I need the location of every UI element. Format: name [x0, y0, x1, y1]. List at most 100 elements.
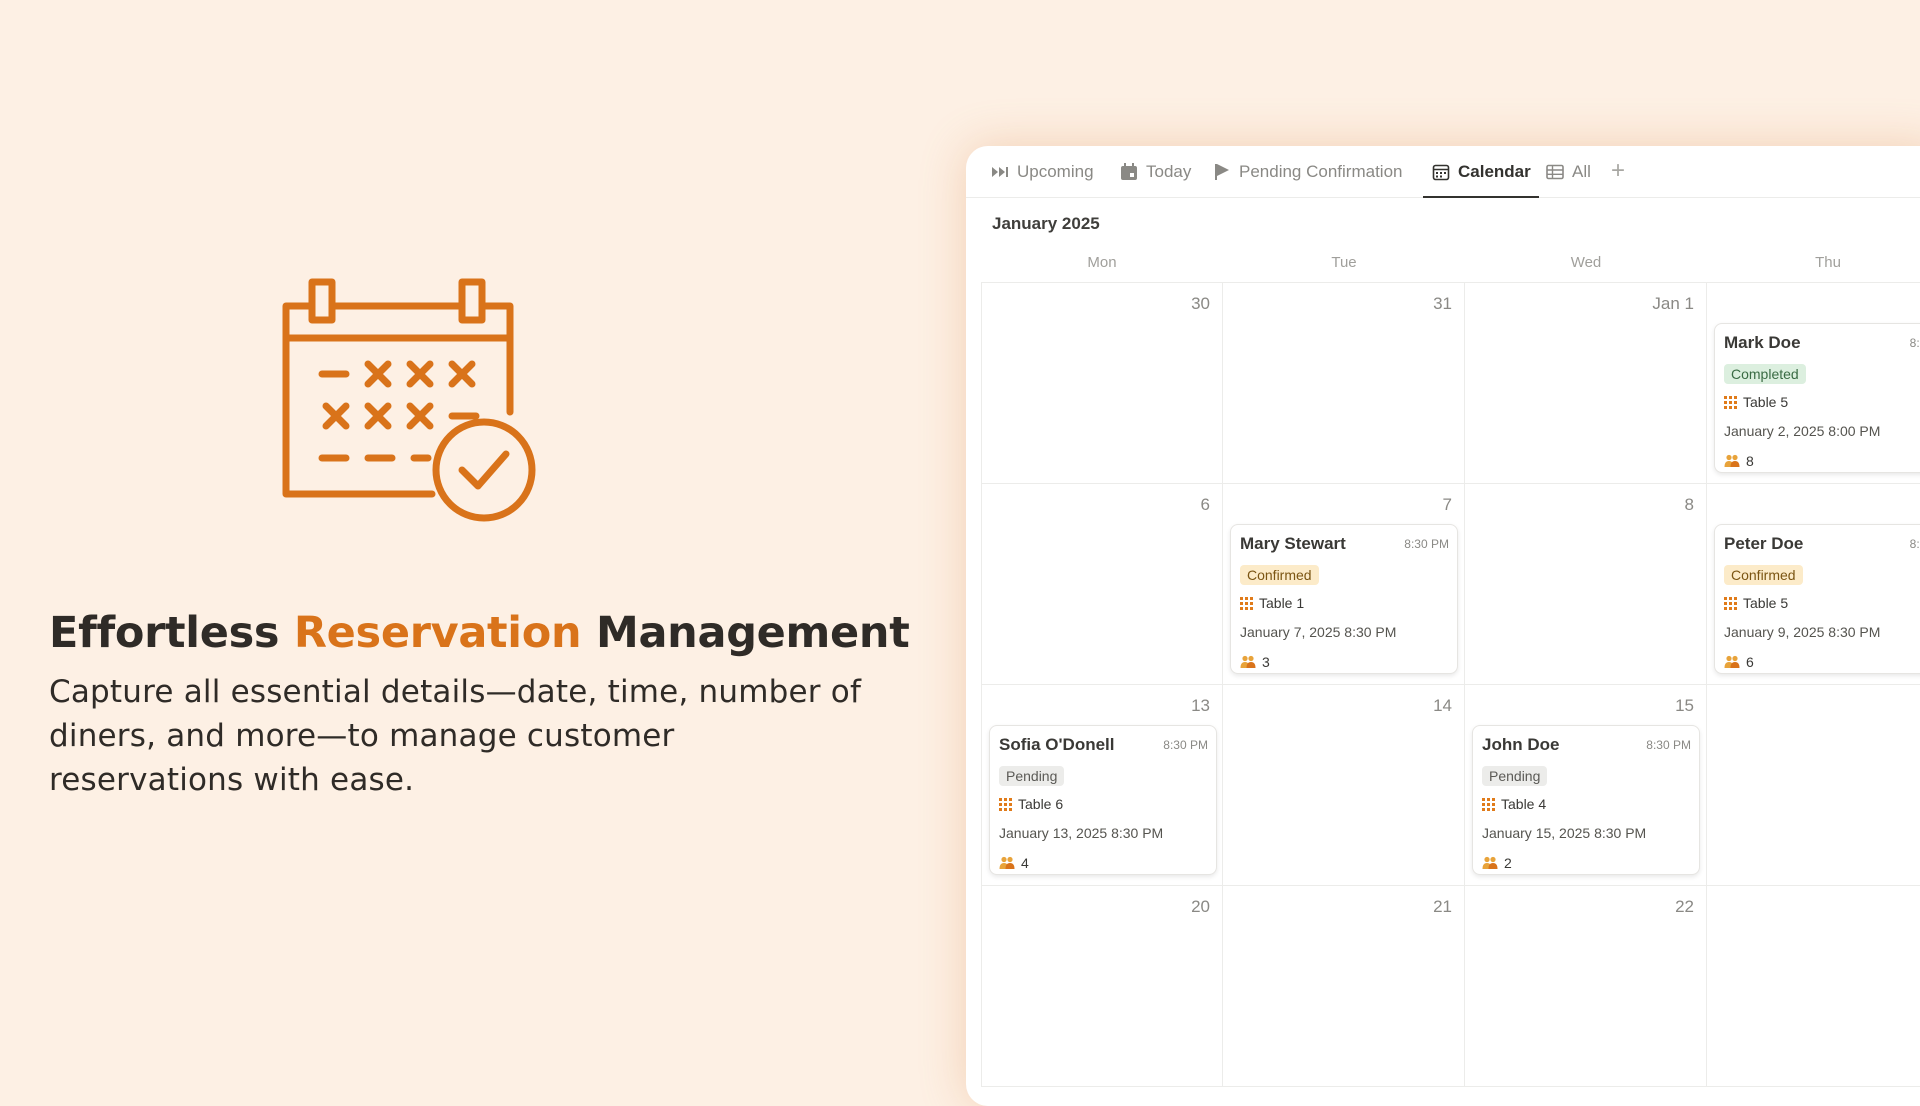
table-label: Table 6 — [1018, 796, 1064, 812]
day-number: Jan 1 — [1652, 294, 1694, 313]
reservation-card[interactable]: Mark Doe 8:00 Completed Table 5 January … — [1714, 323, 1920, 473]
calendar-day[interactable]: 14 — [1223, 685, 1465, 886]
table-grid-icon — [1724, 395, 1737, 409]
calendar-day[interactable]: 15 John Doe 8:30 PM Pending Table 4 Janu… — [1465, 685, 1707, 886]
table-grid-icon — [1482, 797, 1495, 811]
status-badge: Confirmed — [1724, 565, 1803, 585]
tab-label: All — [1572, 161, 1591, 181]
reservation-datetime: January 15, 2025 8:30 PM — [1482, 825, 1647, 841]
flag-icon — [1212, 162, 1232, 182]
tab-label: Upcoming — [1017, 161, 1094, 181]
calendar-day[interactable] — [1707, 685, 1920, 886]
table-label: Table 5 — [1743, 595, 1789, 611]
weekday-label: Wed — [1570, 254, 1602, 271]
guest-name: Sofia O'Donell — [999, 735, 1115, 754]
calendar-day-icon — [1119, 162, 1139, 182]
guest-count: 4 — [999, 855, 1029, 871]
title-accent: Reservation — [293, 608, 582, 658]
tab-upcoming[interactable]: Upcoming — [990, 146, 1094, 197]
calendar-day[interactable]: 8 — [1465, 484, 1707, 685]
table-icon — [1545, 162, 1565, 182]
table-grid-icon — [1240, 596, 1253, 610]
status-badge: Confirmed — [1240, 565, 1319, 585]
add-view-button[interactable]: + — [1606, 159, 1630, 183]
tab-calendar[interactable]: Calendar — [1423, 146, 1539, 198]
reservation-datetime: January 2, 2025 8:00 PM — [1724, 423, 1881, 439]
guest-count: 8 — [1724, 453, 1754, 469]
calendar-day[interactable]: Peter Doe 8:30 Confirmed Table 5 January… — [1707, 484, 1920, 685]
table-label: Table 5 — [1743, 394, 1789, 410]
guest-count: 3 — [1240, 654, 1270, 670]
calendar-icon — [1431, 162, 1451, 182]
day-number: 6 — [1200, 495, 1210, 514]
table-grid-icon — [999, 797, 1012, 811]
page-title: Effortless Reservation Management — [49, 608, 910, 658]
status-badge: Pending — [999, 766, 1065, 786]
reservation-datetime: January 13, 2025 8:30 PM — [999, 825, 1164, 841]
calendar-day[interactable] — [1707, 886, 1920, 1087]
weekday-label: Thu — [1815, 254, 1841, 271]
table-assignment: Table 6 — [999, 796, 1063, 812]
guest-count: 6 — [1724, 654, 1754, 670]
table-label: Table 1 — [1259, 595, 1305, 611]
reservation-card[interactable]: Peter Doe 8:30 Confirmed Table 5 January… — [1714, 524, 1920, 674]
table-assignment: Table 1 — [1240, 595, 1304, 611]
day-number: 30 — [1191, 294, 1210, 313]
reservation-datetime: January 9, 2025 8:30 PM — [1724, 624, 1881, 640]
guest-name: Peter Doe — [1724, 534, 1804, 553]
reservation-card[interactable]: John Doe 8:30 PM Pending Table 4 January… — [1472, 725, 1700, 875]
calendar-day[interactable]: 20 — [981, 886, 1223, 1087]
calendar-day[interactable]: 21 — [1223, 886, 1465, 1087]
calendar-day[interactable]: 30 — [981, 283, 1223, 484]
guest-name: Mark Doe — [1724, 333, 1801, 352]
title-pre: Effortless — [49, 608, 294, 658]
reservation-time: 8:30 PM — [1163, 738, 1208, 752]
day-number: 15 — [1675, 696, 1694, 715]
day-number: 8 — [1684, 495, 1694, 514]
table-assignment: Table 5 — [1724, 394, 1788, 410]
people-icon — [1724, 454, 1740, 467]
app-window: Upcoming Today Pending Confirmation Cale… — [966, 146, 1920, 1106]
calendar-day[interactable]: 7 Mary Stewart 8:30 PM Confirmed Table 1… — [1223, 484, 1465, 685]
guest-name: John Doe — [1482, 735, 1560, 754]
calendar-day[interactable]: 31 — [1223, 283, 1465, 484]
reservation-time: 8:30 — [1909, 537, 1920, 551]
fast-forward-icon — [990, 162, 1010, 182]
calendar-day[interactable]: 22 — [1465, 886, 1707, 1087]
weekday-label: Mon — [1087, 254, 1117, 271]
day-number: 20 — [1191, 897, 1210, 916]
reservation-time: 8:30 PM — [1404, 537, 1449, 551]
tab-label: Today — [1146, 161, 1192, 181]
guest-count: 2 — [1482, 855, 1512, 871]
tab-pending-confirmation[interactable]: Pending Confirmation — [1212, 146, 1402, 197]
tab-label: Pending Confirmation — [1239, 161, 1403, 181]
weekday-label: Tue — [1331, 254, 1357, 271]
day-number: 13 — [1191, 696, 1210, 715]
table-assignment: Table 5 — [1724, 595, 1788, 611]
calendar-day[interactable]: Jan 1 — [1465, 283, 1707, 484]
guest-count-value: 3 — [1262, 654, 1270, 670]
reservation-card[interactable]: Sofia O'Donell 8:30 PM Pending Table 6 J… — [989, 725, 1217, 875]
tab-label: Calendar — [1458, 161, 1531, 181]
day-number: 7 — [1442, 495, 1452, 514]
status-badge: Completed — [1724, 364, 1806, 384]
reservation-card[interactable]: Mary Stewart 8:30 PM Confirmed Table 1 J… — [1230, 524, 1458, 674]
calendar-day[interactable]: 6 — [981, 484, 1223, 685]
calendar-day[interactable]: Mark Doe 8:00 Completed Table 5 January … — [1707, 283, 1920, 484]
guest-count-value: 2 — [1504, 855, 1512, 871]
people-icon — [1240, 655, 1256, 668]
guest-name: Mary Stewart — [1240, 534, 1346, 553]
people-icon — [999, 856, 1015, 869]
day-number: 14 — [1433, 696, 1452, 715]
tab-all[interactable]: All — [1545, 146, 1591, 197]
guest-count-value: 8 — [1746, 453, 1754, 469]
page-subtitle: Capture all essential details—date, time… — [49, 674, 862, 798]
status-badge: Pending — [1482, 766, 1548, 786]
reservation-datetime: January 7, 2025 8:30 PM — [1240, 624, 1397, 640]
reservation-time: 8:30 PM — [1646, 738, 1691, 752]
day-number: 31 — [1433, 294, 1452, 313]
tab-today[interactable]: Today — [1119, 146, 1191, 197]
table-assignment: Table 4 — [1482, 796, 1546, 812]
calendar-day[interactable]: 13 Sofia O'Donell 8:30 PM Pending Table … — [981, 685, 1223, 886]
reservation-time: 8:00 — [1909, 336, 1920, 350]
